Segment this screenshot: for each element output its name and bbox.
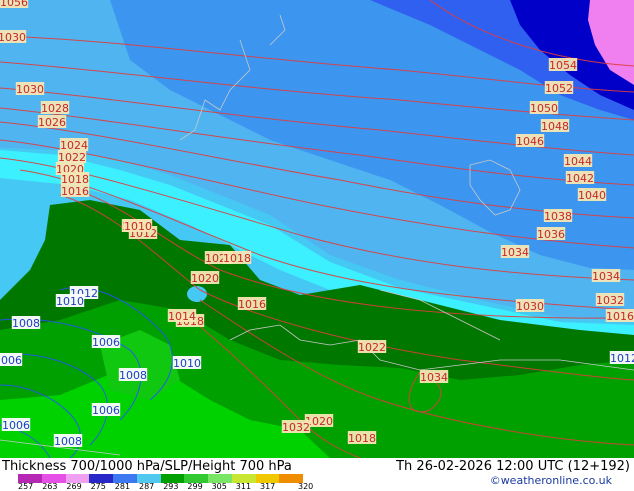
svg-text:1006: 1006	[2, 419, 30, 432]
isobar-label: 1036	[536, 227, 566, 241]
svg-text:1046: 1046	[516, 135, 544, 148]
svg-text:1028: 1028	[41, 102, 69, 115]
isobar-label: 1012	[609, 351, 634, 365]
isobar-label: 1030	[15, 82, 45, 96]
isobar-label: 1034	[500, 245, 530, 259]
svg-text:1016: 1016	[238, 298, 266, 311]
svg-text:1014: 1014	[168, 310, 196, 323]
isobar-label: 1048	[540, 119, 570, 133]
isobar-label: 1010	[55, 294, 85, 308]
svg-text:1054: 1054	[549, 59, 577, 72]
svg-text:1018: 1018	[223, 252, 251, 265]
isobar-label: 1052	[544, 81, 574, 95]
weather-map[interactable]: 1056 1054 1052 1050 1048 1046 1044 1042 1040 1038…	[0, 0, 634, 458]
isobar-label: 1042	[565, 171, 595, 185]
isobar-label: 1026	[37, 115, 67, 129]
isobar-label: 1056	[0, 0, 29, 9]
svg-text:1016: 1016	[61, 185, 89, 198]
isobar-label: 1032	[281, 420, 311, 434]
svg-text:1056: 1056	[0, 0, 28, 9]
svg-text:1018: 1018	[348, 432, 376, 445]
isobar-label: 1020	[190, 271, 220, 285]
isobar-label: 1016	[605, 309, 634, 323]
svg-text:1006: 1006	[92, 404, 120, 417]
svg-text:1032: 1032	[596, 294, 624, 307]
svg-text:1022: 1022	[358, 341, 386, 354]
svg-text:1040: 1040	[578, 189, 606, 202]
isobar-label: 1034	[419, 370, 449, 384]
isobar-label: 1034	[591, 269, 621, 283]
svg-text:1044: 1044	[564, 155, 592, 168]
isobar-label: 1030	[0, 30, 27, 44]
isobar-label: 1016	[237, 297, 267, 311]
svg-text:1016: 1016	[606, 310, 634, 323]
svg-text:1026: 1026	[38, 116, 66, 129]
svg-text:1032: 1032	[282, 421, 310, 434]
isobar-label: 1010	[172, 356, 202, 370]
svg-text:1010: 1010	[56, 295, 84, 308]
isobar-label: 1024	[59, 138, 89, 152]
isobar-label: 1008	[118, 368, 148, 382]
svg-text:1034: 1034	[420, 371, 448, 384]
isobar-label: 1030	[515, 299, 545, 313]
isobar-label: 1006	[0, 353, 23, 367]
svg-text:1030: 1030	[0, 31, 26, 44]
isobar-label: 1018	[222, 251, 252, 265]
isobar-label: 1022	[57, 150, 87, 164]
svg-text:1034: 1034	[501, 246, 529, 259]
isobar-label: 1006	[91, 403, 121, 417]
isobar-label: 1006	[1, 418, 31, 432]
isobar-label: 1010	[123, 219, 153, 233]
svg-text:1012: 1012	[610, 352, 634, 365]
map-title: Thickness 700/1000 hPa/SLP/Height 700 hP…	[2, 459, 292, 474]
isobar-label: 1028	[40, 101, 70, 115]
isobar-label: 1054	[548, 58, 578, 72]
lake	[187, 286, 207, 302]
isobar-label: 1040	[577, 188, 607, 202]
svg-text:1010: 1010	[173, 357, 201, 370]
map-footer: Thickness 700/1000 hPa/SLP/Height 700 hP…	[0, 458, 634, 491]
svg-text:1020: 1020	[191, 272, 219, 285]
isobar-label: 1050	[529, 101, 559, 115]
isobar-label: 1008	[11, 316, 41, 330]
svg-text:1030: 1030	[516, 300, 544, 313]
isobar-label: 1018	[60, 172, 90, 186]
isobar-label: 1014	[167, 309, 197, 323]
svg-text:1048: 1048	[541, 120, 569, 133]
svg-text:1008: 1008	[119, 369, 147, 382]
isobar-label: 1006	[91, 335, 121, 349]
svg-text:1006: 1006	[92, 336, 120, 349]
isobar-label: 1022	[357, 340, 387, 354]
svg-text:1010: 1010	[124, 220, 152, 233]
isobar-label: 1018	[347, 431, 377, 445]
map-canvas: 1056 1054 1052 1050 1048 1046 1044 1042 1040 1038…	[0, 0, 634, 458]
isobar-label: 1044	[563, 154, 593, 168]
svg-text:1042: 1042	[566, 172, 594, 185]
isobar-label: 1038	[543, 209, 573, 223]
svg-text:1006: 1006	[0, 354, 22, 367]
isobar-label: 1032	[595, 293, 625, 307]
svg-text:1030: 1030	[16, 83, 44, 96]
isobar-label: 1016	[60, 184, 90, 198]
svg-text:1036: 1036	[537, 228, 565, 241]
isobar-label: 1008	[53, 434, 83, 448]
svg-text:1050: 1050	[530, 102, 558, 115]
svg-text:1038: 1038	[544, 210, 572, 223]
site-credit[interactable]: ©weatheronline.co.uk	[490, 474, 612, 487]
isobar-label: 1046	[515, 134, 545, 148]
map-datetime: Th 26-02-2026 12:00 UTC (12+192)	[396, 459, 630, 474]
svg-text:1034: 1034	[592, 270, 620, 283]
svg-text:1008: 1008	[12, 317, 40, 330]
svg-text:1052: 1052	[545, 82, 573, 95]
svg-text:1008: 1008	[54, 435, 82, 448]
